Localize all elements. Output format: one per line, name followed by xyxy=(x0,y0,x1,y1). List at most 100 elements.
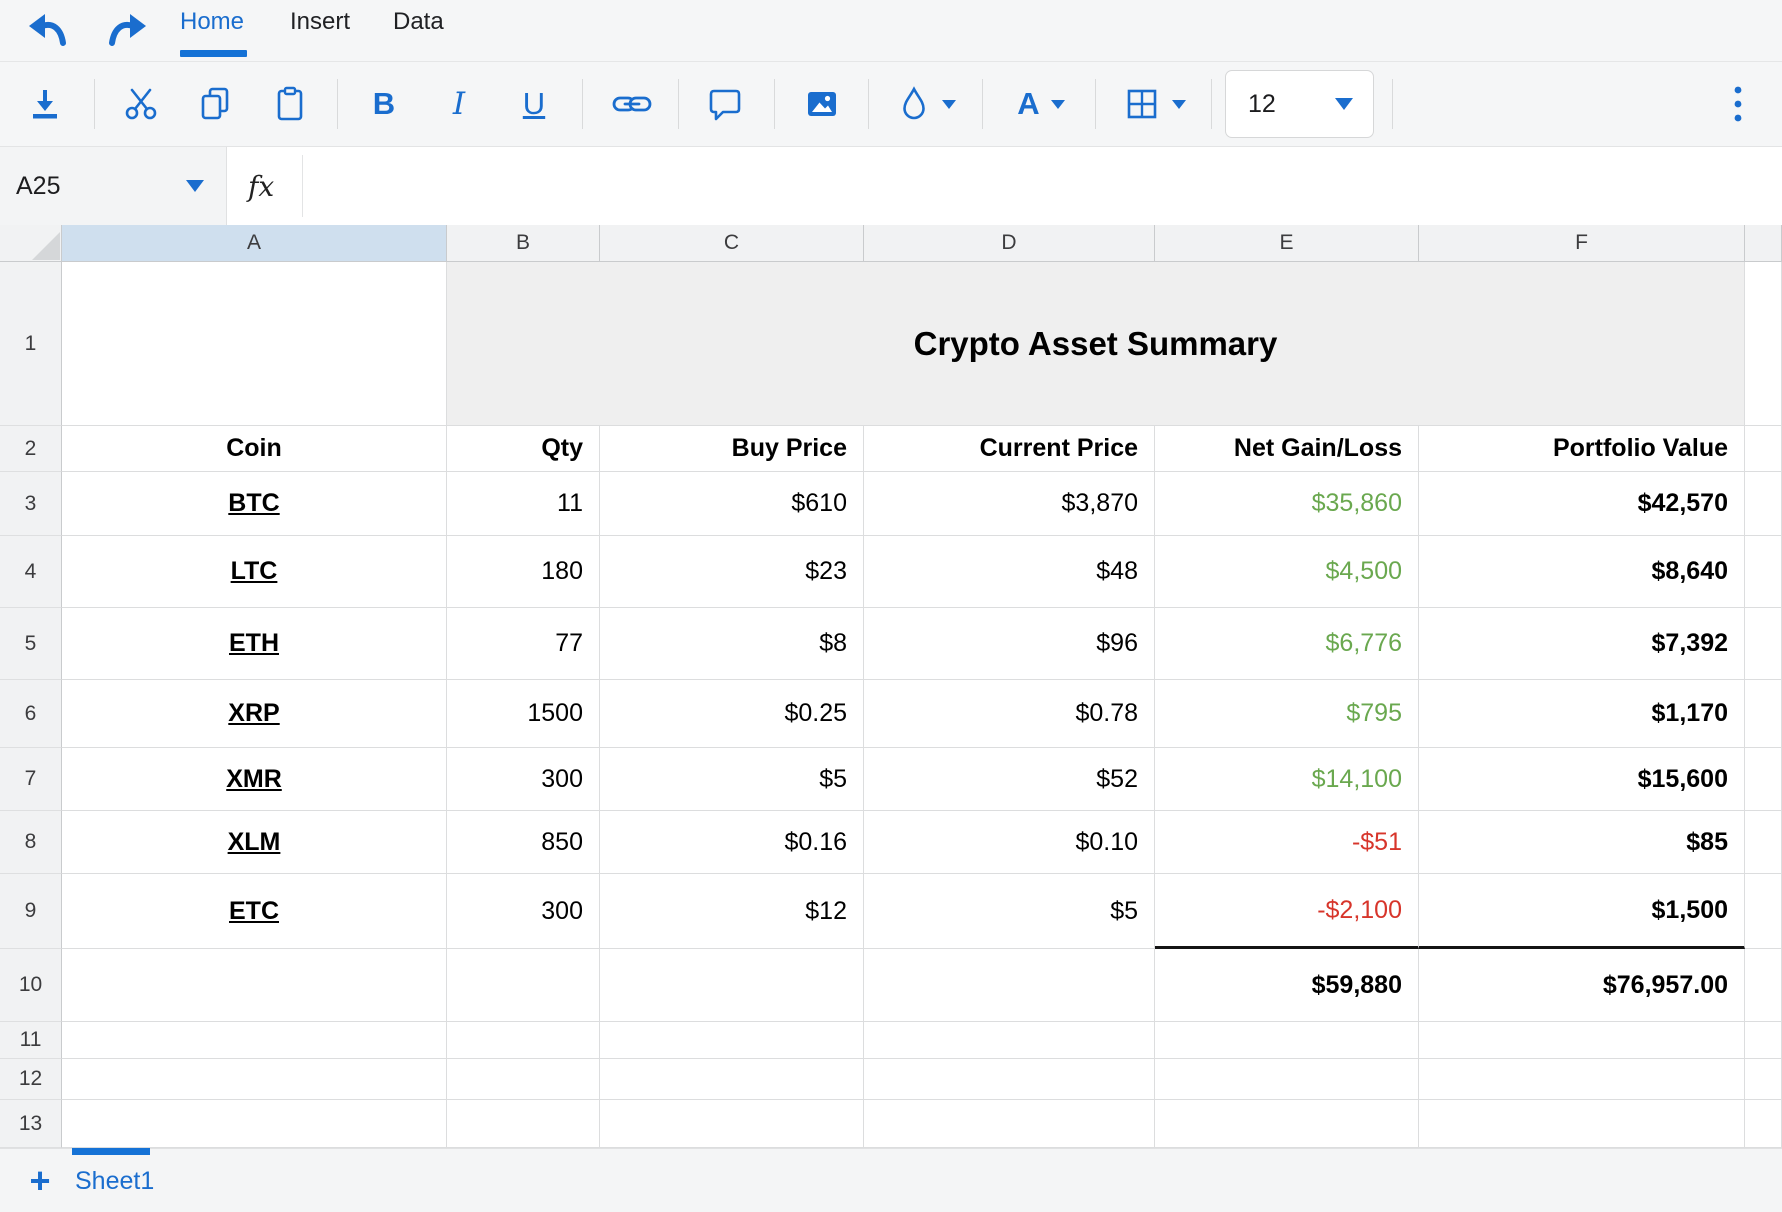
cell-C11[interactable] xyxy=(600,1022,864,1059)
cell-E7[interactable]: $14,100 xyxy=(1155,748,1419,811)
cell-partial-1[interactable] xyxy=(1745,262,1782,426)
cell-F12[interactable] xyxy=(1419,1059,1745,1100)
cell-D10[interactable] xyxy=(864,949,1155,1022)
cell-B6[interactable]: 1500 xyxy=(447,680,600,748)
cell-partial-3[interactable] xyxy=(1745,472,1782,536)
cell-A8[interactable]: XLM xyxy=(62,811,447,874)
cell-E9[interactable]: -$2,100 xyxy=(1155,874,1419,949)
column-header-B[interactable]: B xyxy=(447,225,600,262)
cell-B5[interactable]: 77 xyxy=(447,608,600,680)
column-header-partial[interactable] xyxy=(1745,225,1782,262)
cell-F4[interactable]: $8,640 xyxy=(1419,536,1745,608)
cell-partial-9[interactable] xyxy=(1745,874,1782,949)
cell-A5[interactable]: ETH xyxy=(62,608,447,680)
cell-E4[interactable]: $4,500 xyxy=(1155,536,1419,608)
cell-partial-13[interactable] xyxy=(1745,1100,1782,1148)
cell-B11[interactable] xyxy=(447,1022,600,1059)
cell-E5[interactable]: $6,776 xyxy=(1155,608,1419,680)
redo-button[interactable] xyxy=(108,10,152,48)
cell-A3[interactable]: BTC xyxy=(62,472,447,536)
cell-A9[interactable]: ETC xyxy=(62,874,447,949)
cell-D9[interactable]: $5 xyxy=(864,874,1155,949)
cell-B3[interactable]: 11 xyxy=(447,472,600,536)
cell-C10[interactable] xyxy=(600,949,864,1022)
cell-partial-8[interactable] xyxy=(1745,811,1782,874)
cell-E3[interactable]: $35,860 xyxy=(1155,472,1419,536)
cell-F3[interactable]: $42,570 xyxy=(1419,472,1745,536)
cell-D5[interactable]: $96 xyxy=(864,608,1155,680)
cell-E8[interactable]: -$51 xyxy=(1155,811,1419,874)
italic-button[interactable]: I xyxy=(438,62,480,146)
cell-C5[interactable]: $8 xyxy=(600,608,864,680)
font-size-dropdown[interactable]: 12 xyxy=(1225,70,1374,138)
cell-B7[interactable]: 300 xyxy=(447,748,600,811)
formula-input[interactable] xyxy=(312,151,1776,223)
insert-link-button[interactable] xyxy=(610,62,654,146)
cell-A11[interactable] xyxy=(62,1022,447,1059)
select-all-corner[interactable] xyxy=(0,225,62,262)
cell-partial-11[interactable] xyxy=(1745,1022,1782,1059)
cell-C6[interactable]: $0.25 xyxy=(600,680,864,748)
cell-E2-header[interactable]: Net Gain/Loss xyxy=(1155,426,1419,472)
cell-F2-header[interactable]: Portfolio Value xyxy=(1419,426,1745,472)
cell-partial-2[interactable] xyxy=(1745,426,1782,472)
cell-B10[interactable] xyxy=(447,949,600,1022)
underline-button[interactable]: U xyxy=(513,62,555,146)
cell-B8[interactable]: 850 xyxy=(447,811,600,874)
tab-data[interactable]: Data xyxy=(393,8,444,36)
cell-D4[interactable]: $48 xyxy=(864,536,1155,608)
column-header-F[interactable]: F xyxy=(1419,225,1745,262)
cell-D3[interactable]: $3,870 xyxy=(864,472,1155,536)
row-header-3[interactable]: 3 xyxy=(0,472,62,536)
row-header-1[interactable]: 1 xyxy=(0,262,62,426)
text-color-button[interactable]: A xyxy=(1003,62,1079,146)
column-header-A[interactable]: A xyxy=(62,225,447,262)
cell-partial-12[interactable] xyxy=(1745,1059,1782,1100)
cell-C3[interactable]: $610 xyxy=(600,472,864,536)
cell-partial-4[interactable] xyxy=(1745,536,1782,608)
cell-E6[interactable]: $795 xyxy=(1155,680,1419,748)
cell-A4[interactable]: LTC xyxy=(62,536,447,608)
row-header-7[interactable]: 7 xyxy=(0,748,62,811)
fill-color-button[interactable] xyxy=(888,62,962,146)
row-header-9[interactable]: 9 xyxy=(0,874,62,949)
cell-partial-6[interactable] xyxy=(1745,680,1782,748)
cell-reference-dropdown[interactable]: A25 xyxy=(0,147,227,225)
column-header-E[interactable]: E xyxy=(1155,225,1419,262)
cell-B13[interactable] xyxy=(447,1100,600,1148)
row-header-10[interactable]: 10 xyxy=(0,949,62,1022)
cell-B1-F1-merged-title[interactable]: Crypto Asset Summary xyxy=(447,262,1745,426)
cell-A6[interactable]: XRP xyxy=(62,680,447,748)
row-header-12[interactable]: 12 xyxy=(0,1059,62,1100)
cell-F13[interactable] xyxy=(1419,1100,1745,1148)
cell-A13[interactable] xyxy=(62,1100,447,1148)
insert-image-button[interactable] xyxy=(801,62,843,146)
row-header-4[interactable]: 4 xyxy=(0,536,62,608)
download-button[interactable] xyxy=(24,62,66,146)
more-menu-button[interactable] xyxy=(1716,62,1760,146)
cell-F9[interactable]: $1,500 xyxy=(1419,874,1745,949)
cell-C8[interactable]: $0.16 xyxy=(600,811,864,874)
add-sheet-button[interactable]: + xyxy=(18,1149,62,1212)
row-header-13[interactable]: 13 xyxy=(0,1100,62,1148)
borders-button[interactable] xyxy=(1113,62,1195,146)
cell-E13[interactable] xyxy=(1155,1100,1419,1148)
cell-partial-10[interactable] xyxy=(1745,949,1782,1022)
row-header-2[interactable]: 2 xyxy=(0,426,62,472)
cell-partial-7[interactable] xyxy=(1745,748,1782,811)
cell-B2-header[interactable]: Qty xyxy=(447,426,600,472)
cell-E10[interactable]: $59,880 xyxy=(1155,949,1419,1022)
cell-E11[interactable] xyxy=(1155,1022,1419,1059)
cell-B12[interactable] xyxy=(447,1059,600,1100)
tab-insert[interactable]: Insert xyxy=(290,8,350,36)
cell-A7[interactable]: XMR xyxy=(62,748,447,811)
cell-D12[interactable] xyxy=(864,1059,1155,1100)
cell-F7[interactable]: $15,600 xyxy=(1419,748,1745,811)
cell-F5[interactable]: $7,392 xyxy=(1419,608,1745,680)
cell-D8[interactable]: $0.10 xyxy=(864,811,1155,874)
cell-C4[interactable]: $23 xyxy=(600,536,864,608)
column-header-D[interactable]: D xyxy=(864,225,1155,262)
cell-F10[interactable]: $76,957.00 xyxy=(1419,949,1745,1022)
paste-button[interactable] xyxy=(269,62,311,146)
cell-C12[interactable] xyxy=(600,1059,864,1100)
